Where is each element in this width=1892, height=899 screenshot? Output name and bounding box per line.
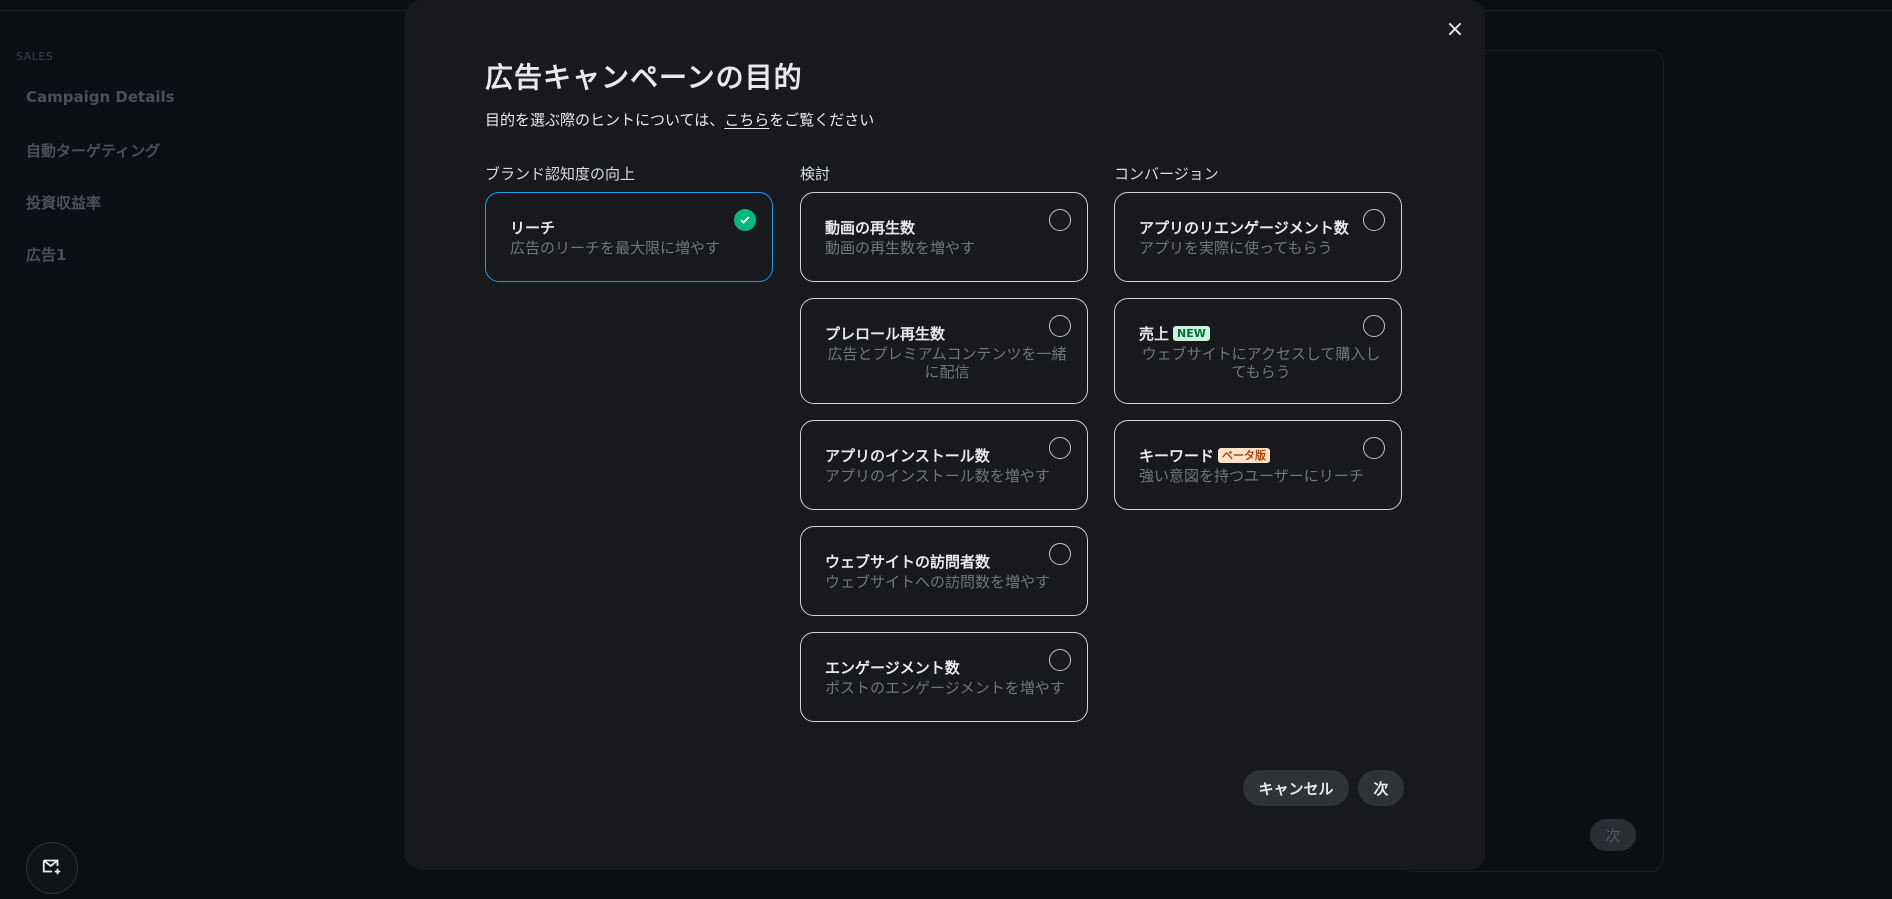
option-engagements[interactable]: エンゲージメント数 ポストのエンゲージメントを増やす (800, 632, 1088, 722)
modal-subtitle: 目的を選ぶ際のヒントについては、こちらをご覧ください (485, 109, 874, 130)
sidebar: SALES Campaign Details 自動ターゲティング 投資収益率 広… (0, 0, 400, 899)
messages-button[interactable] (26, 842, 78, 894)
option-description: アプリのインストール数を増やす (825, 467, 1050, 485)
option-description: 広告のリーチを最大限に増やす (510, 239, 721, 257)
option-reach[interactable]: リーチ 広告のリーチを最大限に増やす (485, 192, 773, 282)
checkmark-icon (734, 209, 756, 231)
mail-plus-icon (41, 855, 63, 881)
option-app-installs[interactable]: アプリのインストール数 アプリのインストール数を増やす (800, 420, 1088, 510)
sidebar-item-auto-targeting[interactable]: 自動ターゲティング (26, 140, 160, 161)
option-description: ウェブサイトへの訪問数を増やす (825, 573, 1051, 591)
option-sales[interactable]: 売上 NEW ウェブサイトにアクセスして購入してもらう (1114, 298, 1402, 404)
subtitle-suffix: をご覧ください (769, 111, 875, 129)
option-title-row: 売上 NEW (1139, 323, 1210, 344)
radio-button[interactable] (1049, 437, 1071, 459)
option-description: 広告とプレミアムコンテンツを一緒に配信 (827, 345, 1067, 381)
subtitle-prefix: 目的を選ぶ際のヒントについては、 (485, 111, 725, 129)
option-description: ポストのエンゲージメントを増やす (825, 679, 1065, 697)
radio-button[interactable] (1049, 209, 1071, 231)
column-header-awareness: ブランド認知度の向上 (485, 165, 636, 183)
close-icon[interactable]: × (1440, 14, 1470, 44)
radio-button[interactable] (1049, 649, 1071, 671)
background-next-button: 次 (1590, 819, 1636, 851)
option-title: 売上 (1139, 325, 1170, 343)
option-title: アプリのリエンゲージメント数 (1139, 219, 1349, 237)
option-description: 動画の再生数を増やす (825, 239, 976, 257)
radio-button[interactable] (1049, 543, 1071, 565)
option-description: 強い意図を持つユーザーにリーチ (1139, 467, 1364, 485)
option-title: キーワード (1139, 447, 1215, 465)
hints-link[interactable]: こちら (724, 111, 769, 129)
beta-badge: ベータ版 (1218, 448, 1271, 463)
sidebar-item-roi[interactable]: 投資収益率 (26, 192, 101, 213)
option-title: リーチ (510, 219, 556, 237)
radio-button[interactable] (1049, 315, 1071, 337)
radio-button[interactable] (1363, 315, 1385, 337)
radio-button[interactable] (1363, 437, 1385, 459)
option-preroll-views[interactable]: プレロール再生数 広告とプレミアムコンテンツを一緒に配信 (800, 298, 1088, 404)
option-title-row: キーワード ベータ版 (1139, 445, 1271, 466)
next-button[interactable]: 次 (1358, 770, 1404, 806)
option-title: 動画の再生数 (825, 219, 916, 237)
option-title: アプリのインストール数 (825, 447, 990, 465)
modal-title: 広告キャンペーンの目的 (485, 61, 803, 94)
new-badge: NEW (1173, 326, 1210, 341)
option-app-reengagement[interactable]: アプリのリエンゲージメント数 アプリを実際に使ってもらう (1114, 192, 1402, 282)
option-title: プレロール再生数 (825, 325, 946, 343)
sidebar-item-ad1[interactable]: 広告1 (26, 244, 66, 265)
option-title: ウェブサイトの訪問者数 (825, 553, 991, 571)
sidebar-section-label: SALES (16, 50, 54, 63)
option-title: エンゲージメント数 (825, 659, 960, 677)
option-website-visits[interactable]: ウェブサイトの訪問者数 ウェブサイトへの訪問数を増やす (800, 526, 1088, 616)
option-keywords[interactable]: キーワード ベータ版 強い意図を持つユーザーにリーチ (1114, 420, 1402, 510)
cancel-button[interactable]: キャンセル (1243, 770, 1349, 806)
column-header-conversion: コンバージョン (1114, 165, 1219, 183)
sidebar-item-campaign-details[interactable]: Campaign Details (26, 88, 175, 106)
radio-button[interactable] (1363, 209, 1385, 231)
option-video-views[interactable]: 動画の再生数 動画の再生数を増やす (800, 192, 1088, 282)
option-description: ウェブサイトにアクセスして購入してもらう (1141, 345, 1381, 381)
column-header-consideration: 検討 (800, 165, 831, 183)
option-description: アプリを実際に使ってもらう (1139, 239, 1333, 257)
